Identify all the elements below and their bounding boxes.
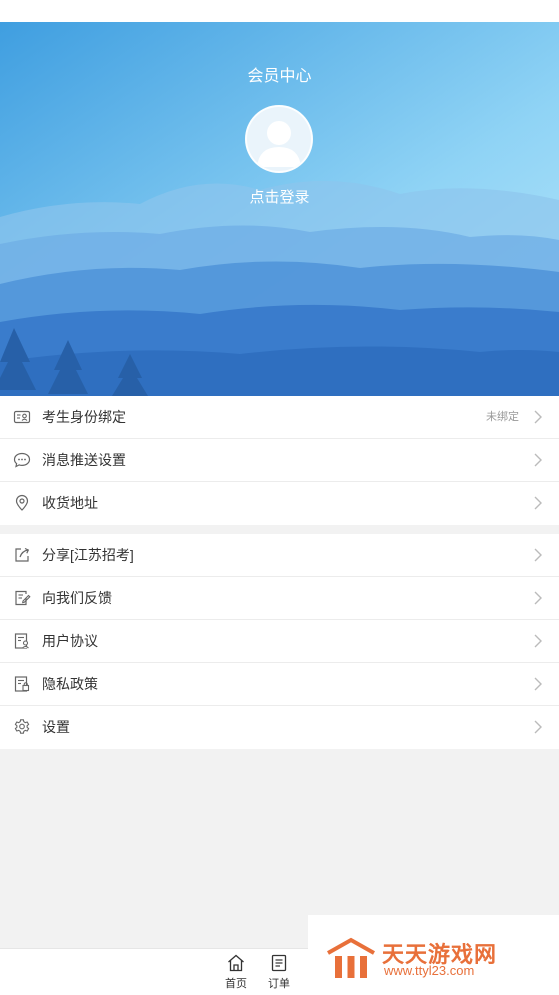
watermark-url: www.ttyl23.com — [384, 963, 475, 978]
menu-item-settings[interactable]: 设置 — [0, 706, 559, 749]
location-pin-icon — [15, 494, 29, 511]
menu-group-account: 考生身份绑定 未绑定 消息推送设置 收货地址 — [0, 396, 559, 525]
agreement-icon — [14, 633, 29, 649]
tab-orders-label: 订单 — [268, 978, 290, 990]
menu-item-share[interactable]: 分享[江苏招考] — [0, 534, 559, 577]
page-title: 会员中心 — [247, 68, 312, 85]
menu-item-label: 考生身份绑定 — [42, 409, 126, 425]
watermark: 天天游戏网 www.ttyl23.com — [308, 915, 559, 995]
feedback-icon — [15, 590, 31, 606]
watermark-logo-icon — [327, 937, 375, 978]
menu-item-privacy-policy[interactable]: 隐私政策 — [0, 663, 559, 706]
chevron-right-icon — [534, 720, 542, 734]
menu-item-label: 分享[江苏招考] — [42, 547, 134, 563]
avatar[interactable] — [245, 105, 313, 173]
binding-status: 未绑定 — [486, 411, 519, 423]
home-icon — [228, 954, 244, 972]
user-avatar-icon — [257, 121, 301, 167]
menu-item-identity-binding[interactable]: 考生身份绑定 未绑定 — [0, 396, 559, 439]
menu-item-user-agreement[interactable]: 用户协议 — [0, 620, 559, 663]
chevron-right-icon — [534, 591, 542, 605]
menu-group-general: 分享[江苏招考] 向我们反馈 用户协议 隐私政策 设置 — [0, 534, 559, 749]
chevron-right-icon — [534, 410, 542, 424]
status-bar — [0, 0, 559, 22]
menu-item-label: 收货地址 — [42, 495, 98, 511]
login-link[interactable]: 点击登录 — [0, 186, 559, 207]
tab-home[interactable]: 首页 — [216, 953, 256, 991]
chevron-right-icon — [534, 677, 542, 691]
tab-home-label: 首页 — [225, 978, 247, 990]
menu-item-feedback[interactable]: 向我们反馈 — [0, 577, 559, 620]
menu-item-label: 消息推送设置 — [42, 452, 126, 468]
chevron-right-icon — [534, 453, 542, 467]
tab-orders[interactable]: 订单 — [259, 953, 299, 991]
chat-bubble-icon — [13, 452, 31, 468]
menu-item-label: 向我们反馈 — [42, 590, 112, 606]
chevron-right-icon — [534, 496, 542, 510]
chevron-right-icon — [534, 548, 542, 562]
menu-item-label: 设置 — [42, 719, 70, 735]
gear-icon — [14, 719, 30, 734]
order-list-icon — [271, 954, 287, 972]
share-icon — [15, 547, 30, 562]
menu-item-shipping-address[interactable]: 收货地址 — [0, 482, 559, 525]
menu-item-label: 用户协议 — [42, 633, 98, 649]
chevron-right-icon — [534, 634, 542, 648]
menu-item-push-settings[interactable]: 消息推送设置 — [0, 439, 559, 482]
member-header: 会员中心 点击登录 — [0, 22, 559, 396]
menu-item-label: 隐私政策 — [42, 676, 98, 692]
privacy-icon — [14, 676, 30, 692]
id-card-icon — [13, 410, 31, 424]
